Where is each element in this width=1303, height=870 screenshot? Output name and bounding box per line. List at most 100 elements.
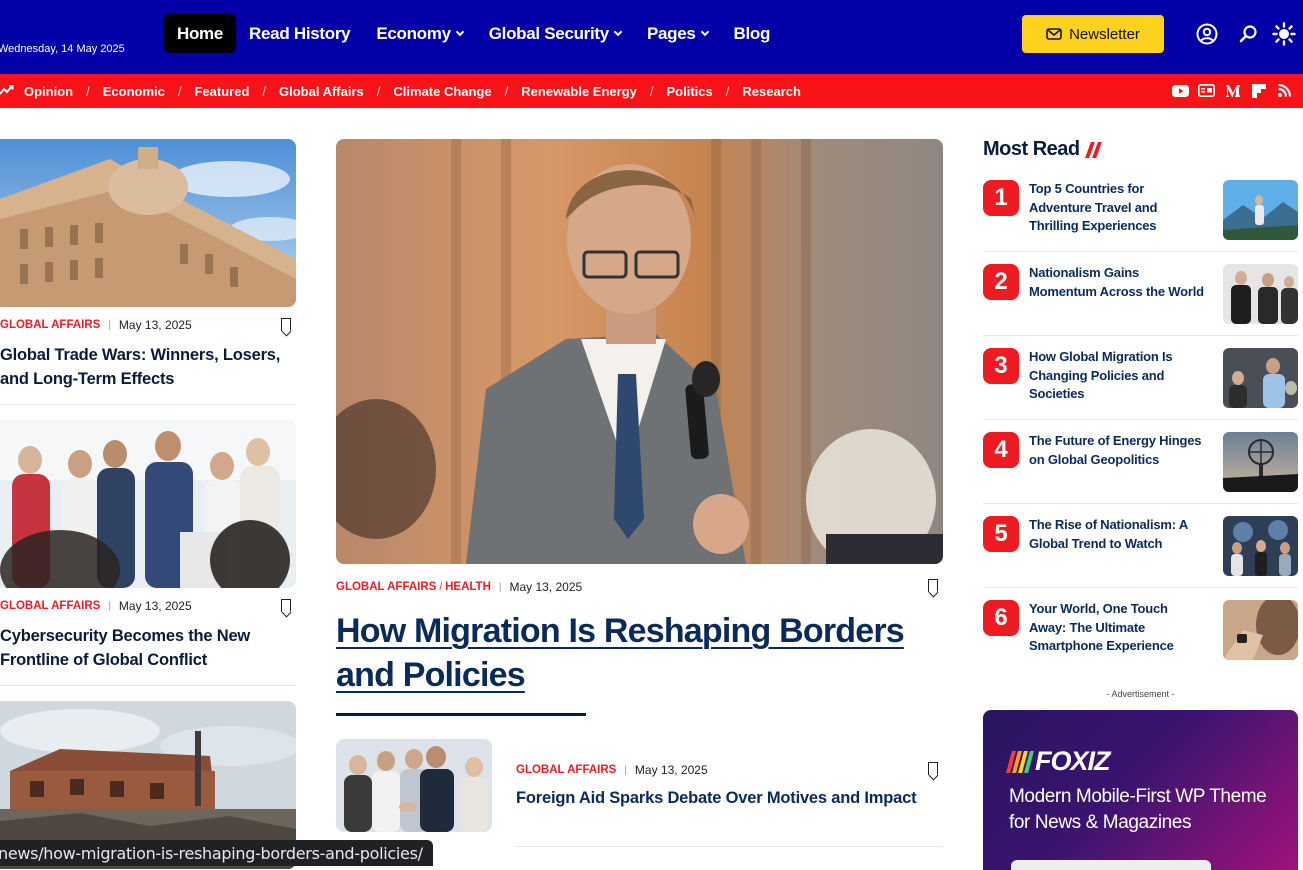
post-category[interactable]: HEALTH bbox=[445, 581, 491, 593]
post-title[interactable]: Cybersecurity Becomes the New Frontline … bbox=[0, 624, 296, 672]
ad-text: Modern Mobile-First WP Theme for News & … bbox=[1009, 786, 1267, 833]
rank-badge: 5 bbox=[983, 516, 1019, 552]
medium-icon[interactable] bbox=[1224, 82, 1241, 99]
rank-badge: 1 bbox=[983, 180, 1019, 216]
divider bbox=[983, 335, 1298, 336]
category-renewable-energy[interactable]: Renewable Energy bbox=[521, 84, 637, 99]
advertisement-banner[interactable]: FOXIZ Modern Mobile-First WP Theme for N… bbox=[983, 710, 1298, 870]
nav-read-history[interactable]: Read History bbox=[236, 14, 363, 53]
post-category[interactable]: GLOBAL AFFAIRS bbox=[0, 600, 100, 612]
divider bbox=[516, 846, 943, 847]
audience-thumbnail[interactable] bbox=[1223, 348, 1298, 408]
rank-badge: 3 bbox=[983, 348, 1019, 384]
separator: / bbox=[262, 83, 267, 99]
user-icon[interactable] bbox=[1195, 22, 1219, 46]
category-links: Opinion / Economic / Featured / Global Affa… bbox=[24, 74, 801, 108]
nav-label: Pages bbox=[646, 23, 696, 43]
most-read-title[interactable]: Your World, One Touch Away: The Ultimate… bbox=[1029, 600, 1204, 656]
post-meta: GLOBAL AFFAIRS | May 13, 2025 bbox=[516, 763, 708, 777]
most-read-item[interactable]: 3 How Global Migration Is Changing Polic… bbox=[983, 348, 1298, 432]
post-date: May 13, 2025 bbox=[634, 763, 708, 777]
category-research[interactable]: Research bbox=[742, 84, 801, 99]
youtube-icon[interactable] bbox=[1172, 82, 1189, 99]
divider bbox=[983, 251, 1298, 252]
most-read-item[interactable]: 4 The Future of Energy Hinges on Global … bbox=[983, 432, 1298, 516]
nav-label: Global Security bbox=[488, 23, 610, 43]
panel-discussion-thumbnail[interactable] bbox=[1223, 516, 1298, 576]
left-post-image-card[interactable] bbox=[0, 420, 296, 588]
status-url-bar: news/how-migration-is-reshaping-borders-… bbox=[0, 840, 433, 866]
capitol-building-image[interactable] bbox=[0, 139, 296, 307]
newsletter-button[interactable]: Newsletter bbox=[1022, 15, 1164, 53]
nav-economy[interactable]: Economy bbox=[363, 14, 475, 53]
divider bbox=[983, 503, 1298, 504]
nav-label: Home bbox=[177, 23, 224, 43]
separator: / bbox=[504, 83, 509, 99]
most-read-title: Most Read bbox=[983, 138, 1080, 160]
title-underline-bar bbox=[336, 713, 586, 716]
rank-badge: 4 bbox=[983, 432, 1019, 468]
rank-badge: 6 bbox=[983, 600, 1019, 636]
politicians-thumbnail[interactable] bbox=[1223, 264, 1298, 324]
most-read-item[interactable]: 1 Top 5 Countries for Adventure Travel a… bbox=[983, 180, 1298, 264]
category-climate-change[interactable]: Climate Change bbox=[393, 84, 491, 99]
theme-toggle-icon[interactable] bbox=[1272, 22, 1296, 46]
nav-label: Blog bbox=[733, 23, 771, 43]
most-read-title[interactable]: Top 5 Countries for Adventure Travel and… bbox=[1029, 180, 1204, 236]
bookmark-icon[interactable] bbox=[281, 599, 291, 612]
rss-icon[interactable] bbox=[1276, 82, 1293, 99]
bookmark-icon[interactable] bbox=[928, 762, 938, 775]
handshake-image[interactable] bbox=[336, 739, 492, 832]
category-economic[interactable]: Economic bbox=[103, 84, 165, 99]
mail-icon bbox=[1046, 28, 1062, 40]
category-opinion[interactable]: Opinion bbox=[24, 84, 73, 99]
featured-meta: GLOBAL AFFAIRS / HEALTH | May 13, 2025 bbox=[336, 580, 582, 594]
separator: / bbox=[725, 83, 730, 99]
post-category[interactable]: GLOBAL AFFAIRS bbox=[516, 764, 616, 776]
ad-brand: FOXIZ bbox=[1035, 746, 1110, 776]
meta-separator: | bbox=[108, 600, 111, 612]
traveler-thumbnail[interactable] bbox=[1223, 180, 1298, 240]
most-read-title[interactable]: The Future of Energy Hinges on Global Ge… bbox=[1029, 432, 1204, 469]
bookmark-icon[interactable] bbox=[281, 318, 291, 331]
featured-image[interactable] bbox=[336, 139, 943, 564]
most-read-item[interactable]: 6 Your World, One Touch Away: The Ultima… bbox=[983, 600, 1298, 684]
left-post-image-card[interactable] bbox=[0, 139, 296, 307]
search-icon[interactable] bbox=[1236, 22, 1260, 46]
most-read-item[interactable]: 2 Nationalism Gains Momentum Across the … bbox=[983, 264, 1298, 348]
most-read-item[interactable]: 5 The Rise of Nationalism: A Global Tren… bbox=[983, 516, 1298, 600]
logo-stripes bbox=[1006, 750, 1034, 773]
category-global-affairs[interactable]: Global Affairs bbox=[279, 84, 364, 99]
meta-separator: | bbox=[498, 581, 502, 593]
nav-label: Read History bbox=[249, 23, 351, 43]
chevron-down-icon bbox=[700, 27, 709, 36]
divider bbox=[983, 587, 1298, 588]
most-read-title[interactable]: How Global Migration Is Changing Policie… bbox=[1029, 348, 1204, 404]
device-mockup bbox=[1011, 860, 1211, 870]
most-read-title[interactable]: The Rise of Nationalism: A Global Trend … bbox=[1029, 516, 1204, 553]
nav-pages[interactable]: Pages bbox=[634, 14, 721, 53]
featured-title[interactable]: How Migration Is Reshaping Borders and P… bbox=[336, 609, 943, 697]
newsletter-label: Newsletter bbox=[1069, 25, 1140, 43]
post-category[interactable]: GLOBAL AFFAIRS bbox=[0, 319, 100, 331]
most-read-title[interactable]: Nationalism Gains Momentum Across the Wo… bbox=[1029, 264, 1204, 301]
foxiz-logo: FOXIZ bbox=[1006, 746, 1110, 777]
category-politics[interactable]: Politics bbox=[667, 84, 713, 99]
divider bbox=[0, 404, 296, 405]
category-featured[interactable]: Featured bbox=[194, 84, 249, 99]
nav-global-security[interactable]: Global Security bbox=[476, 14, 634, 53]
post-category[interactable]: GLOBAL AFFAIRS bbox=[336, 581, 436, 593]
social-links bbox=[1172, 82, 1293, 99]
globe-sculpture-thumbnail[interactable] bbox=[1223, 432, 1298, 492]
nav-blog[interactable]: Blog bbox=[721, 14, 784, 53]
category-separator: / bbox=[439, 581, 443, 593]
press-conference-image[interactable] bbox=[0, 420, 296, 588]
post-title[interactable]: Global Trade Wars: Winners, Losers, and … bbox=[0, 343, 296, 391]
google-news-icon[interactable] bbox=[1198, 82, 1215, 99]
post-title[interactable]: Foreign Aid Sparks Debate Over Motives a… bbox=[516, 789, 917, 808]
flipboard-icon[interactable] bbox=[1250, 82, 1267, 99]
bookmark-icon[interactable] bbox=[928, 579, 938, 592]
nav-home[interactable]: Home bbox=[164, 14, 237, 53]
advertisement-label: - Advertisement - bbox=[1106, 689, 1175, 699]
smartwatch-thumbnail[interactable] bbox=[1223, 600, 1298, 660]
